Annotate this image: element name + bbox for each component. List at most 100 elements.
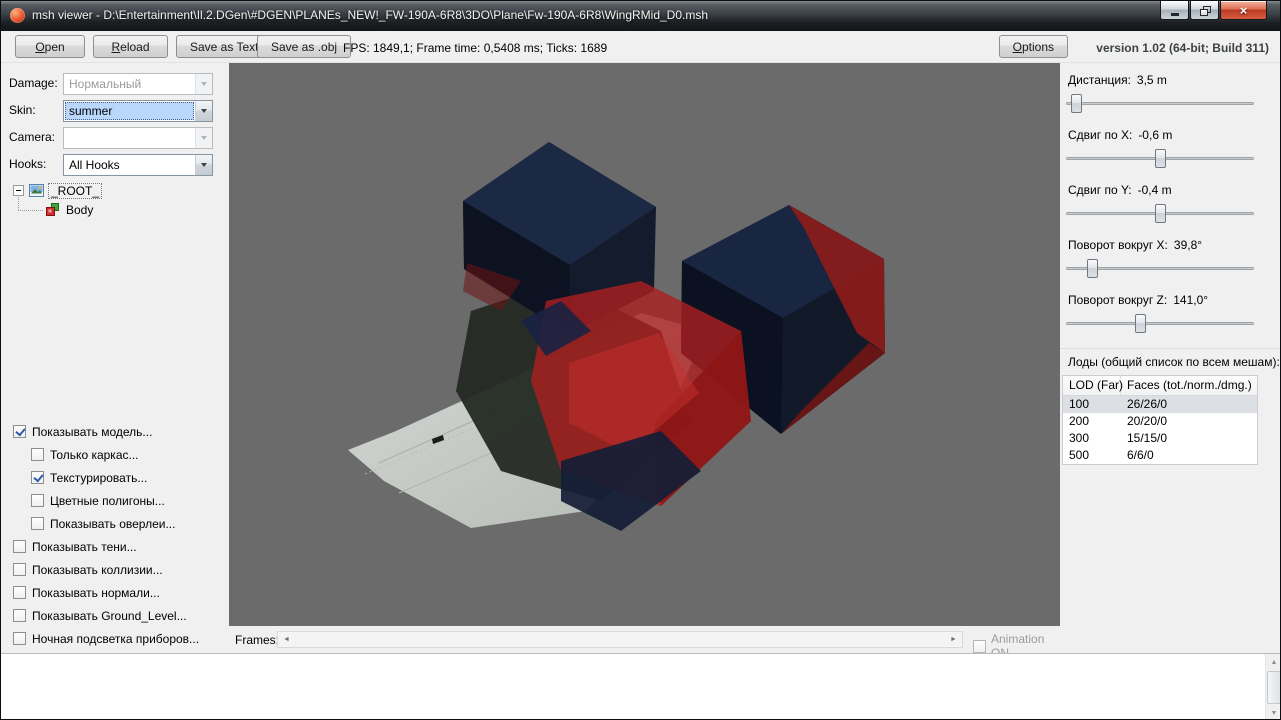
damage-label: Damage: xyxy=(9,76,58,90)
open-button[interactable]: Open xyxy=(15,35,85,58)
checkbox-row[interactable]: Показывать модель... xyxy=(13,423,152,440)
checkbox-label: Показывать оверлеи... xyxy=(50,516,176,531)
slider[interactable] xyxy=(1066,258,1254,279)
left-panel: Damage: Нормальный Skin: summer Camera: … xyxy=(1,63,229,653)
scroll-down-icon[interactable]: ▼ xyxy=(1266,705,1280,719)
scroll-right-icon[interactable]: ► xyxy=(945,632,962,647)
checkbox-row[interactable]: Ночная подсветка приборов... xyxy=(13,630,199,647)
faces-cell: 6/6/0 xyxy=(1127,448,1154,462)
checkbox-row[interactable]: Цветные полигоны... xyxy=(31,492,165,509)
checkbox-label: Показывать коллизии... xyxy=(32,562,163,577)
log-scrollbar[interactable]: ▲ ▼ xyxy=(1265,654,1280,719)
app-window: msh viewer - D:\Entertainment\Il.2.DGen\… xyxy=(0,0,1281,720)
animation-checkbox[interactable] xyxy=(973,639,986,653)
skin-select[interactable]: summer xyxy=(63,100,213,122)
scene-node-icon xyxy=(29,184,44,197)
slider[interactable] xyxy=(1066,313,1254,334)
camera-value xyxy=(65,129,194,147)
hooks-select[interactable]: All Hooks xyxy=(63,154,213,176)
checkbox-row[interactable]: Показывать оверлеи... xyxy=(31,515,175,532)
minimize-button[interactable] xyxy=(1160,1,1189,20)
model-tree: _ROOT_ Body xyxy=(13,181,103,219)
checkbox[interactable] xyxy=(13,563,26,576)
checkbox-row[interactable]: Текстурировать... xyxy=(31,469,147,486)
options-button[interactable]: Options xyxy=(998,35,1068,58)
shift-y-label: Сдвиг по Y: -0,4 m xyxy=(1068,183,1172,197)
camera-label: Camera: xyxy=(9,130,56,144)
checkbox-row[interactable]: Только каркас... xyxy=(31,446,139,463)
slider[interactable] xyxy=(1066,148,1254,169)
checkbox-label: Показывать модель... xyxy=(32,424,153,439)
lod-row[interactable]: 300 15/15/0 xyxy=(1063,430,1257,447)
slider-thumb[interactable] xyxy=(1071,94,1083,113)
checkbox-label: Цветные полигоны... xyxy=(50,493,165,508)
slider-thumb[interactable] xyxy=(1087,259,1099,278)
tree-node-root-label[interactable]: _ROOT_ xyxy=(48,182,103,199)
hooks-value: All Hooks xyxy=(69,158,120,172)
checkbox-row[interactable]: Показывать коллизии... xyxy=(13,561,163,578)
log-textarea[interactable]: ▲ ▼ xyxy=(1,653,1280,719)
close-icon: × xyxy=(1239,2,1248,18)
lod-cell: 300 xyxy=(1069,431,1090,445)
frames-label: Frames: xyxy=(235,633,280,647)
checkbox[interactable] xyxy=(31,471,44,484)
checkbox[interactable] xyxy=(31,448,44,461)
checkbox-label: Ночная подсветка приборов... xyxy=(32,631,200,646)
right-panel: Дистанция: 3,5 m Сдвиг по X: -0,6 m Сдвиг … xyxy=(1060,63,1280,653)
app-icon xyxy=(10,8,25,23)
slider[interactable] xyxy=(1066,203,1254,224)
viewport-3d[interactable] xyxy=(229,63,1060,626)
slider-thumb[interactable] xyxy=(1135,314,1146,333)
checkbox[interactable] xyxy=(13,425,26,438)
lod-row[interactable]: 200 20/20/0 xyxy=(1063,413,1257,430)
slider-thumb[interactable] xyxy=(1154,204,1166,223)
lod-cell: 500 xyxy=(1069,448,1090,462)
frames-scrollbar[interactable]: ◄ ► xyxy=(277,631,963,648)
lod-column-header[interactable]: LOD (Far) xyxy=(1063,376,1123,395)
tree-expander-icon[interactable] xyxy=(13,185,24,196)
lod-table-header[interactable]: LOD (Far) Faces (tot./norm./dmg.) xyxy=(1063,376,1257,396)
reload-button[interactable]: Reload xyxy=(93,35,168,58)
slider-track[interactable] xyxy=(1066,322,1254,325)
frames-bar: Frames: ◄ ► Animation ON xyxy=(229,626,1060,660)
scroll-left-icon[interactable]: ◄ xyxy=(278,632,295,647)
scroll-up-icon[interactable]: ▲ xyxy=(1266,654,1280,670)
faces-column-header[interactable]: Faces (tot./norm./dmg.) xyxy=(1121,376,1257,395)
checkbox-label: Только каркас... xyxy=(50,447,139,462)
caption-buttons: × xyxy=(1160,1,1267,20)
checkbox[interactable] xyxy=(31,494,44,507)
chevron-down-icon[interactable] xyxy=(195,155,212,175)
window-title: msh viewer - D:\Entertainment\Il.2.DGen\… xyxy=(32,8,709,22)
checkbox[interactable] xyxy=(13,609,26,622)
checkbox[interactable] xyxy=(31,517,44,530)
slider-thumb[interactable] xyxy=(1154,149,1166,168)
camera-select[interactable] xyxy=(63,127,213,149)
slider[interactable] xyxy=(1066,93,1254,114)
faces-cell: 20/20/0 xyxy=(1127,414,1168,428)
wing-model-render xyxy=(348,142,885,531)
toolbar: Open Reload Save as Text Save as .obj FP… xyxy=(1,31,1280,63)
close-button[interactable]: × xyxy=(1220,1,1267,20)
lod-cell: 200 xyxy=(1069,414,1090,428)
mesh-node-icon xyxy=(46,203,59,216)
lod-table: LOD (Far) Faces (tot./norm./dmg.) 100 26… xyxy=(1062,375,1258,465)
lod-row[interactable]: 500 6/6/0 xyxy=(1063,447,1257,464)
damage-select[interactable]: Нормальный xyxy=(63,73,213,95)
tree-node-body-label[interactable]: Body xyxy=(64,203,95,217)
checkbox-row[interactable]: Показывать тени... xyxy=(13,538,137,555)
slider-track[interactable] xyxy=(1066,102,1254,105)
scrollbar-thumb[interactable] xyxy=(1267,671,1280,704)
checkbox[interactable] xyxy=(13,586,26,599)
tree-node-root[interactable]: _ROOT_ xyxy=(13,181,103,200)
chevron-down-icon[interactable] xyxy=(195,101,212,121)
damage-value: Нормальный xyxy=(69,77,142,91)
tree-node-body[interactable]: Body xyxy=(13,200,102,219)
checkbox[interactable] xyxy=(13,540,26,553)
checkbox-label: Показывать тени... xyxy=(32,539,137,554)
checkbox-row[interactable]: Показывать Ground_Level... xyxy=(13,607,187,624)
save-as-obj-button[interactable]: Save as .obj xyxy=(257,35,352,58)
lod-row[interactable]: 100 26/26/0 xyxy=(1063,396,1257,413)
checkbox-row[interactable]: Показывать нормали... xyxy=(13,584,160,601)
checkbox[interactable] xyxy=(13,632,26,645)
restore-button[interactable] xyxy=(1190,1,1219,20)
